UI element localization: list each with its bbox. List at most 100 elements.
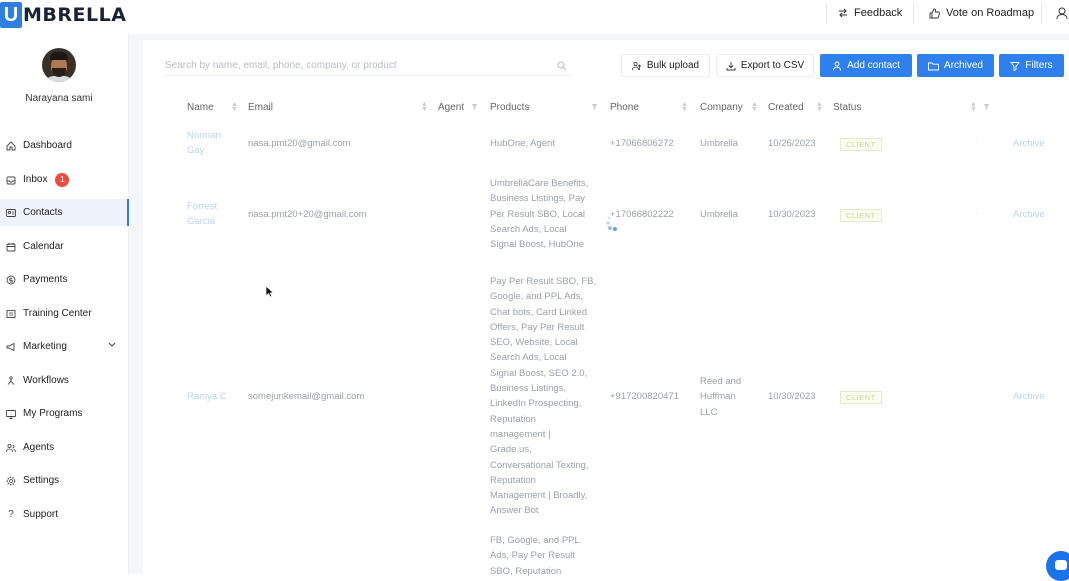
status-badge: CLIENT	[840, 391, 882, 404]
logo-mark: U	[0, 2, 22, 28]
archived-button[interactable]: Archived	[917, 54, 994, 77]
sidebar-item-support[interactable]: ? Support	[0, 501, 129, 528]
filter-icon[interactable]	[471, 103, 478, 110]
user-icon	[1056, 7, 1068, 19]
search-input[interactable]: Search by name, email, phone, company, o…	[165, 56, 573, 76]
contact-email: nasa.pmt20+20@gmail.com	[248, 209, 367, 220]
sidebar-item-dashboard[interactable]: Dashboard	[0, 132, 129, 159]
calendar-icon	[6, 242, 16, 252]
sidebar-item-agents[interactable]: Agents	[0, 434, 129, 461]
chat-widget-button[interactable]	[1046, 551, 1069, 581]
sort-icon[interactable]: ▲ ▼	[751, 101, 758, 113]
contact-products: Pay Per Result SBO, FB, Google, and PPL …	[490, 276, 597, 517]
contact-name-link[interactable]: Forrest Garcia	[187, 199, 217, 230]
gear-icon	[6, 476, 16, 486]
archive-link[interactable]: Archive	[1013, 136, 1045, 151]
training-icon	[6, 309, 16, 319]
question-icon: ?	[8, 509, 14, 520]
sidebar-item-label: My Programs	[23, 408, 83, 419]
search-icon[interactable]	[557, 61, 567, 71]
sort-icon[interactable]: ▲ ▼	[681, 101, 688, 113]
payments-icon	[6, 275, 16, 285]
column-header-status[interactable]: Status	[833, 102, 861, 113]
contact-company: Reed and Huffman LLC	[700, 376, 742, 418]
filters-label: Filters	[1025, 60, 1053, 71]
column-header-company[interactable]: Company	[700, 102, 743, 113]
sidebar-item-workflows[interactable]: Workflows	[0, 367, 129, 394]
export-csv-label: Export to CSV	[740, 60, 805, 71]
user-name: Narayana sami	[25, 93, 93, 104]
vote-roadmap-button[interactable]: Vote on Roadmap	[929, 2, 1034, 24]
sidebar-item-label: Agents	[23, 442, 55, 453]
contact-name-link[interactable]: Ramya C	[187, 389, 227, 404]
umbrella-logo[interactable]: U MBRELLA	[0, 2, 126, 28]
chevron-down-icon[interactable]	[108, 342, 116, 348]
contact-created: 10/26/2023	[768, 138, 816, 149]
add-contact-button[interactable]: Add contact	[820, 54, 912, 77]
sidebar-item-payments[interactable]: Payments	[0, 266, 129, 293]
vote-roadmap-label: Vote on Roadmap	[946, 7, 1035, 19]
sidebar-item-settings[interactable]: Settings	[0, 467, 129, 494]
archive-link[interactable]: Archive	[1013, 389, 1045, 404]
search-placeholder: Search by name, email, phone, company, o…	[165, 60, 397, 71]
contact-name-link[interactable]: Norman Gay	[187, 128, 221, 159]
sidebar-item-label: Dashboard	[23, 140, 72, 151]
archive-link[interactable]: Archive	[1013, 207, 1045, 222]
sidebar-item-my-programs[interactable]: My Programs	[0, 400, 129, 427]
status-badge: CLIENT	[840, 138, 882, 151]
loading-spinner-icon	[606, 216, 619, 232]
sort-icon[interactable]: ▲ ▼	[970, 101, 977, 113]
sort-icon[interactable]: ▲ ▼	[231, 101, 238, 113]
filters-button[interactable]: Filters	[999, 54, 1064, 77]
column-header-created[interactable]: Created	[768, 102, 804, 113]
avatar-hair	[50, 52, 68, 60]
sidebar-item-marketing[interactable]: Marketing	[0, 333, 129, 360]
column-header-name[interactable]: Name	[187, 102, 214, 113]
sidebar: Narayana sami Dashboard Inbox 1 Contacts…	[0, 34, 129, 574]
column-header-email[interactable]: Email	[248, 102, 273, 113]
home-icon	[6, 140, 16, 151]
contact-email: somejunkemail@gmail.com	[248, 391, 365, 402]
logo-text: MBRELLA	[23, 4, 127, 26]
contact-created: 10/30/2023	[768, 391, 816, 402]
sidebar-item-label: Payments	[23, 274, 68, 285]
sidebar-item-calendar[interactable]: Calendar	[0, 233, 129, 260]
megaphone-icon	[6, 342, 16, 352]
sidebar-item-training-center[interactable]: Training Center	[0, 300, 129, 327]
sidebar-item-label: Inbox	[23, 174, 48, 185]
column-header-agent[interactable]: Agent	[438, 102, 464, 113]
avatar[interactable]	[42, 48, 76, 82]
user-add-icon	[833, 61, 842, 71]
contact-phone: +17066806272	[610, 138, 674, 149]
agents-icon	[6, 443, 16, 453]
contact-company: Umbrella	[700, 138, 739, 149]
sort-icon[interactable]: ▲ ▼	[421, 101, 428, 113]
filter-icon[interactable]	[591, 103, 598, 110]
column-header-phone[interactable]: Phone	[610, 102, 639, 113]
main-content: Search by name, email, phone, company, o…	[129, 34, 1069, 580]
sidebar-item-inbox[interactable]: Inbox 1	[0, 166, 129, 193]
user-profile-button[interactable]	[1056, 2, 1069, 24]
bulk-upload-button[interactable]: Bulk upload	[621, 54, 710, 77]
inbox-count-badge: 1	[55, 172, 70, 187]
sort-icon[interactable]: ▲ ▼	[816, 101, 823, 113]
sidebar-item-label: Marketing	[23, 341, 67, 352]
filter-icon[interactable]	[983, 103, 990, 110]
workflow-icon	[6, 375, 16, 386]
sidebar-item-label: Settings	[23, 475, 60, 486]
chat-icon	[1055, 560, 1067, 570]
contact-products: FB, Google, and PPL Ads, Pay Per Result …	[490, 535, 580, 577]
contact-company: Umbrella	[700, 209, 739, 220]
top-bar: U MBRELLA Feedback Vote on Roadmap	[0, 0, 1069, 34]
divider: -	[975, 208, 979, 219]
column-header-products[interactable]: Products	[490, 102, 529, 113]
table-header: Name ▲ ▼ Email ▲ ▼ Agent Products Phone ▲ ▼…	[165, 96, 1069, 118]
contact-email: nasa.pmt20@gmail.com	[248, 138, 351, 149]
sidebar-item-label: Training Center	[23, 308, 92, 319]
sidebar-item-contacts[interactable]: Contacts	[0, 199, 129, 226]
feedback-button[interactable]: Feedback	[838, 2, 902, 24]
export-csv-button[interactable]: Export to CSV	[716, 54, 814, 77]
sidebar-item-label: Calendar	[23, 241, 64, 252]
folder-icon	[928, 62, 939, 70]
feedback-label: Feedback	[854, 7, 903, 19]
